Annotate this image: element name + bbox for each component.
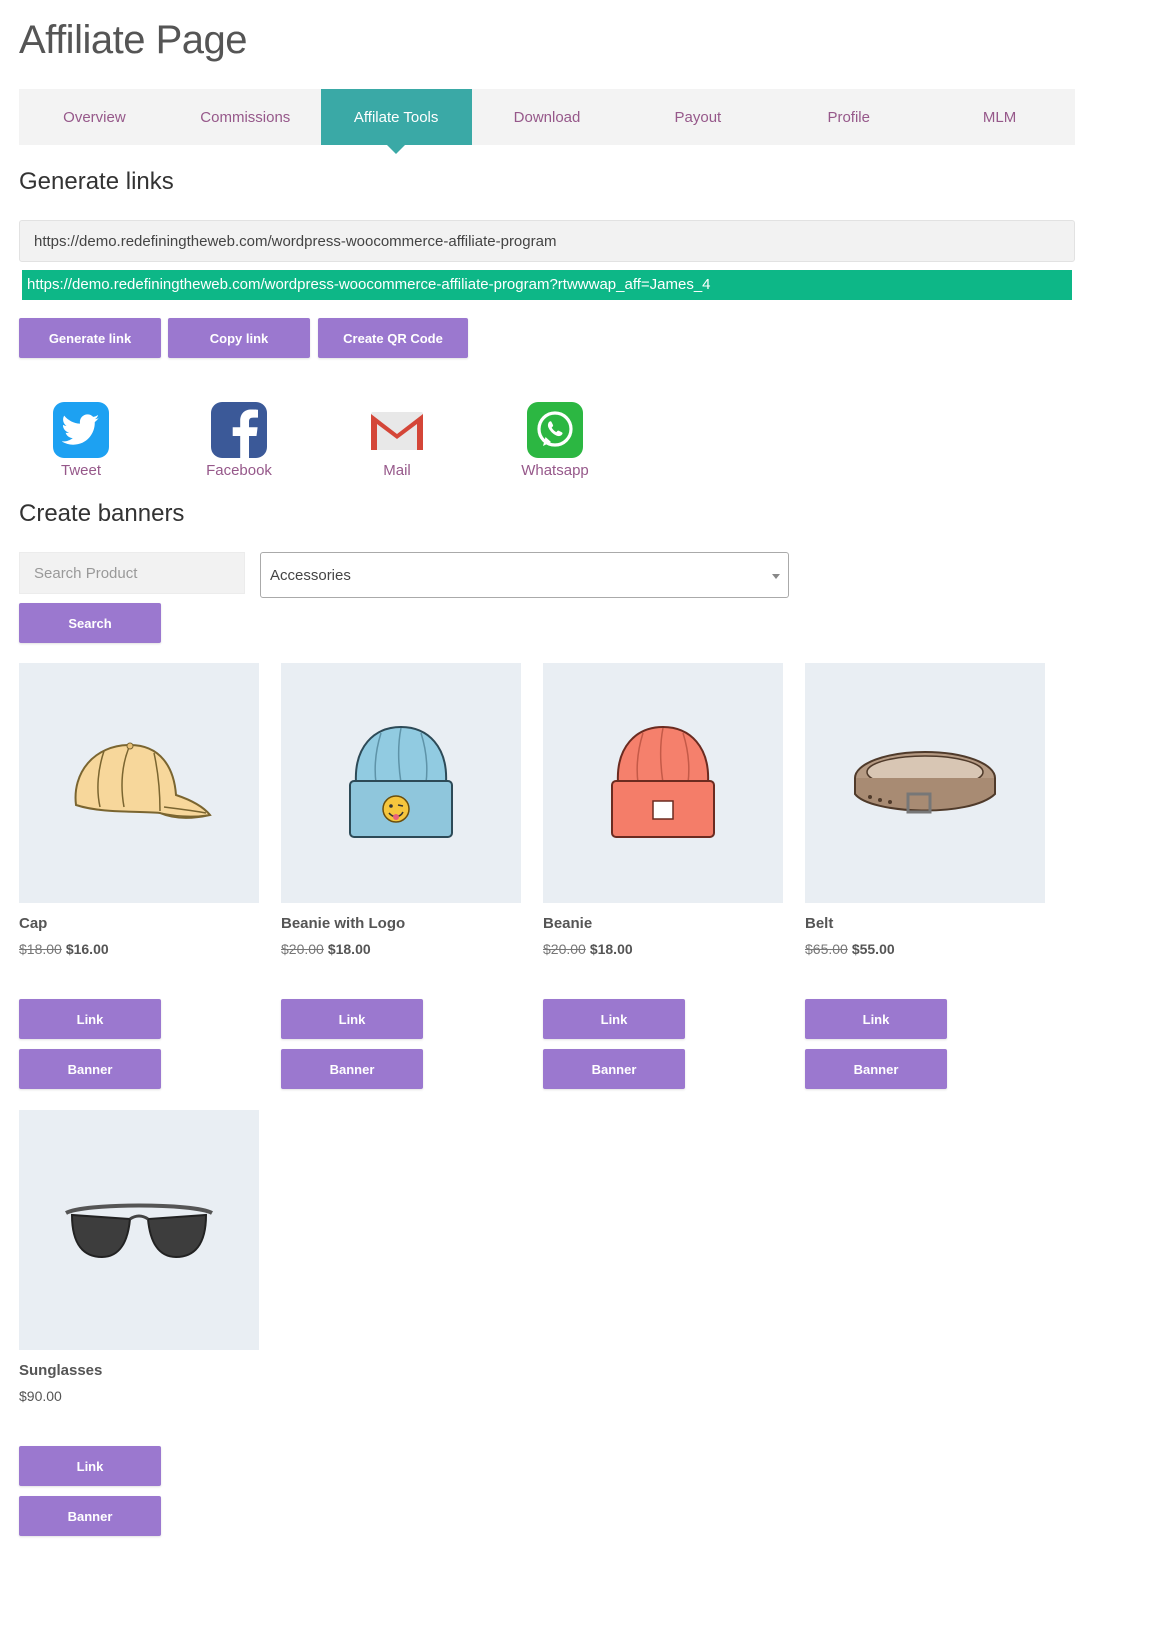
product-link-button[interactable]: Link [805,999,947,1039]
old-price: $20.00 [543,941,586,957]
share-label-mail: Mail [383,462,411,479]
product-banner-button[interactable]: Banner [805,1049,947,1089]
sale-price: $55.00 [851,941,895,957]
product-name: Beanie with Logo [281,915,406,932]
tab-affiliate-tools[interactable]: Affilate Tools [320,89,472,154]
tab-commissions[interactable]: Commissions [170,89,321,145]
tab-payout[interactable]: Payout [622,89,773,145]
tab-overview[interactable]: Overview [19,89,170,145]
sale-price: $18.00 [589,941,633,957]
product-card-sunglasses: Sunglasses $90.00 Link Banner [19,1110,259,1536]
tab-profile[interactable]: Profile [773,89,924,145]
product-name: Cap [19,915,48,932]
product-link-button[interactable]: Link [281,999,423,1039]
generate-link-button[interactable]: Generate link [19,318,161,358]
product-image-belt [805,663,1045,903]
product-card-cap: Cap $18.00 $16.00 Link Banner [19,663,259,1089]
product-link-button[interactable]: Link [543,999,685,1039]
search-product-input[interactable] [19,552,245,594]
share-label-tweet: Tweet [60,462,102,479]
share-mail[interactable]: Mail [342,402,452,479]
mail-icon [369,402,425,458]
sale-price: $16.00 [65,941,109,957]
product-link-button[interactable]: Link [19,1446,161,1486]
category-select[interactable]: Accessories [260,552,789,598]
twitter-icon [53,402,109,458]
generate-links-title: Generate links [19,168,174,195]
product-price: $20.00 $18.00 [281,941,371,957]
product-link-button[interactable]: Link [19,999,161,1039]
product-price: $65.00 $55.00 [805,941,895,957]
product-name: Sunglasses [19,1362,103,1379]
product-card-beanie: Beanie $20.00 $18.00 Link Banner [543,663,783,1089]
product-banner-button[interactable]: Banner [19,1049,161,1089]
share-facebook[interactable]: Facebook [184,402,294,479]
facebook-icon [211,402,267,458]
search-button[interactable]: Search [19,603,161,643]
tab-download[interactable]: Download [472,89,623,145]
product-card-beanie-with-logo: Beanie with Logo $20.00 $18.00 Link Banne… [281,663,521,1089]
product-banner-button[interactable]: Banner [281,1049,423,1089]
whatsapp-icon [527,402,583,458]
share-whatsapp[interactable]: Whatsapp [500,402,610,479]
product-price: $20.00 $18.00 [543,941,633,957]
old-price: $20.00 [281,941,324,957]
create-qr-code-button[interactable]: Create QR Code [318,318,468,358]
page-url-input[interactable] [19,220,1075,262]
chevron-down-icon [772,574,780,579]
product-price: $18.00 $16.00 [19,941,109,957]
old-price: $18.00 [19,941,62,957]
price: $90.00 [19,1388,62,1404]
tab-mlm[interactable]: MLM [924,89,1075,145]
category-select-value: Accessories [270,566,351,584]
product-image-sunglasses [19,1110,259,1350]
product-name: Beanie [543,915,593,932]
product-image-beanie [543,663,783,903]
share-label-facebook: Facebook [206,462,272,479]
old-price: $65.00 [805,941,848,957]
share-label-whatsapp: Whatsapp [521,462,589,479]
page-title: Affiliate Page [19,18,247,62]
product-image-beanie-with-logo [281,663,521,903]
sale-price: $18.00 [327,941,371,957]
affiliate-tabs: Overview Commissions Affilate Tools Down… [19,89,1075,154]
product-card-belt: Belt $65.00 $55.00 Link Banner [805,663,1045,1089]
share-tweet[interactable]: Tweet [26,402,136,479]
product-name: Belt [805,915,834,932]
product-price: $90.00 [19,1388,62,1404]
product-banner-button[interactable]: Banner [543,1049,685,1089]
create-banners-title: Create banners [19,500,185,527]
copy-link-button[interactable]: Copy link [168,318,310,358]
product-banner-button[interactable]: Banner [19,1496,161,1536]
generated-affiliate-link[interactable]: https://demo.redefiningtheweb.com/wordpr… [22,270,1072,300]
product-image-cap [19,663,259,903]
